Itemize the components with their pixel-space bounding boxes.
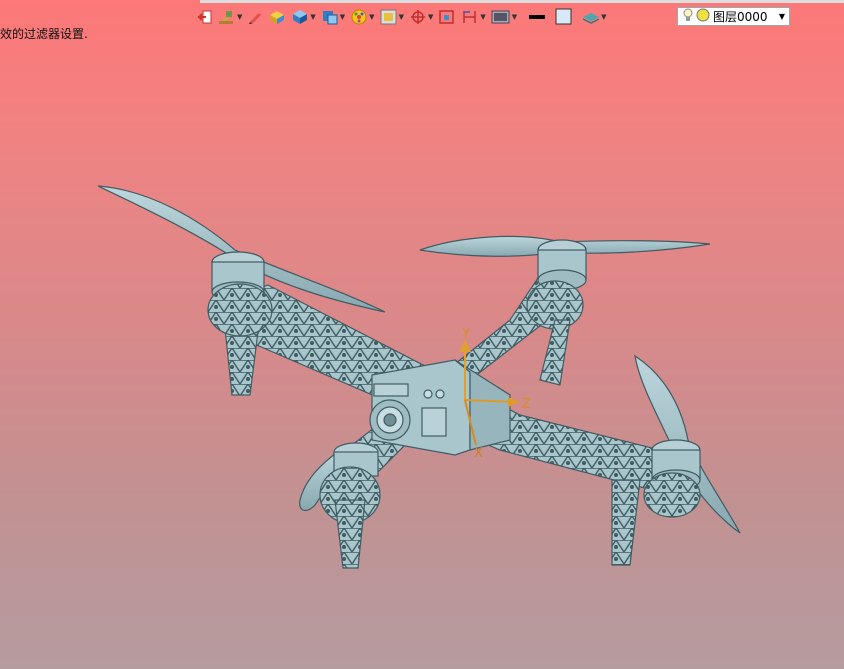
motor-upper-left [207, 251, 273, 396]
axis-label-z: Z [522, 397, 531, 412]
axis-label-y: Y [461, 327, 470, 342]
axis-label-x: X [474, 446, 483, 461]
drone-model [97, 185, 741, 569]
model-viewport[interactable]: Y Z X [0, 0, 844, 669]
motor-upper-right [526, 239, 587, 386]
camera-body [369, 359, 511, 456]
